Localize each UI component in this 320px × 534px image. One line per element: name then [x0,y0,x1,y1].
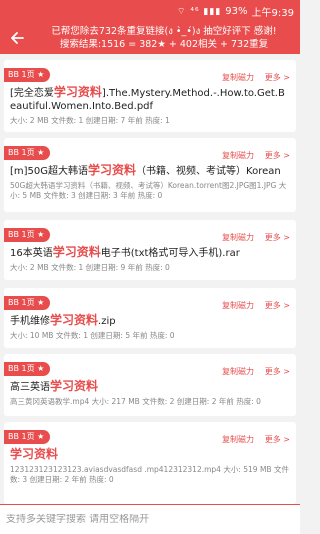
status-bar: ⌔ ⁴⁶ ▮▮▮ 93% 上午9:39 [0,0,300,22]
search-bar [0,504,300,534]
source-badge: BB 1页 ★ [4,68,51,82]
result-meta: 50G超大韩语学习资料（书籍、视频、考试等）Korean.torrent图2.J… [10,181,287,200]
result-count: 搜索结果:1516 = 382★ + 402相关 + 732重复 [59,39,269,50]
signal-icons: ⌔ ⁴⁶ ▮▮▮ [177,6,222,17]
keyword-highlight: 学习资料 [52,245,101,259]
source-badge: BB 1页 ★ [4,228,51,242]
result-list: BB 1页 ★ 复制磁力 更多 > [完全恋爱学习资料].The.Mystery… [0,54,300,504]
source-badge: BB 1页 ★ [4,430,51,444]
keyword-highlight: 学习资料 [50,379,99,393]
result-meta: 大小: 2 MB 文件数: 1 创建日期: 7 年前 热度: 1 [10,116,170,125]
result-title[interactable]: 16本英语学习资料电子书(txt格式可导入手机).rar [4,246,296,260]
more-button[interactable]: 更多 > [265,232,290,243]
more-button[interactable]: 更多 > [265,72,290,83]
keyword-highlight: 学习资料 [50,313,99,327]
keyword-highlight: 学习资料 [53,85,102,99]
result-meta: 123123123123123.aviasdvasdfasd .mp412312… [10,465,289,484]
result-meta: 大小: 10 MB 文件数: 1 创建日期: 5 年前 热度: 0 [10,331,175,340]
keyword-highlight: 学习资料 [88,163,137,177]
copy-magnet-button[interactable]: 复制磁力 [222,72,254,83]
keyword-highlight: 学习资料 [10,447,59,461]
copy-magnet-button[interactable]: 复制磁力 [222,366,254,377]
app-bar: 已帮您除去732条重复链接(ง •̀_•́)ง 抽空好评下 感谢! 搜索结果:1… [0,22,300,54]
copy-magnet-button[interactable]: 复制磁力 [222,232,254,243]
result-card[interactable]: BB 1页 ★ 复制磁力 更多 > [m]50G超大韩语学习资料（书籍、视频、考… [4,138,296,212]
more-button[interactable]: 更多 > [265,366,290,377]
copy-magnet-button[interactable]: 复制磁力 [222,150,254,161]
result-title[interactable]: 学习资料 [4,448,296,462]
dedupe-notice: 已帮您除去732条重复链接(ง •̀_•́)ง 抽空好评下 感谢! [51,26,277,37]
result-title[interactable]: [m]50G超大韩语学习资料（书籍、视频、考试等）Korean [4,164,296,178]
battery-level: 93% [225,5,248,17]
search-summary: 已帮您除去732条重复链接(ง •̀_•́)ง 抽空好评下 感谢! 搜索结果:1… [34,25,300,51]
result-card[interactable]: BB 1页 ★ 复制磁力 更多 > 手机维修学习资料.zip 大小: 10 MB… [4,288,296,348]
source-badge: BB 1页 ★ [4,362,51,376]
copy-magnet-button[interactable]: 复制磁力 [222,300,254,311]
search-input[interactable] [6,514,294,525]
result-meta: 高三黄冈英语教学.mp4 大小: 217 MB 文件数: 2 创建日期: 2 年… [10,397,261,406]
source-badge: BB 1页 ★ [4,146,51,160]
copy-magnet-button[interactable]: 复制磁力 [222,434,254,445]
result-title[interactable]: [完全恋爱学习资料].The.Mystery.Method.-.How.to.G… [4,86,296,113]
source-badge: BB 1页 ★ [4,296,51,310]
result-card[interactable]: BB 1页 ★ 复制磁力 更多 > 高三英语学习资料 高三黄冈英语教学.mp4 … [4,354,296,416]
clock: 上午9:39 [251,7,294,19]
result-card[interactable]: BB 1页 ★ 复制磁力 更多 > 16本英语学习资料电子书(txt格式可导入手… [4,220,296,280]
more-button[interactable]: 更多 > [265,434,290,445]
more-button[interactable]: 更多 > [265,300,290,311]
more-button[interactable]: 更多 > [265,150,290,161]
result-title[interactable]: 高三英语学习资料 [4,380,296,394]
result-card[interactable]: BB 1页 ★ 复制磁力 更多 > 学习资料 123123123123123.a… [4,422,296,504]
result-title[interactable]: 手机维修学习资料.zip [4,314,296,328]
result-card[interactable]: BB 1页 ★ 复制磁力 更多 > [完全恋爱学习资料].The.Mystery… [4,60,296,132]
result-meta: 大小: 2 MB 文件数: 1 创建日期: 9 年前 热度: 0 [10,263,170,272]
back-arrow-icon[interactable] [0,22,34,54]
